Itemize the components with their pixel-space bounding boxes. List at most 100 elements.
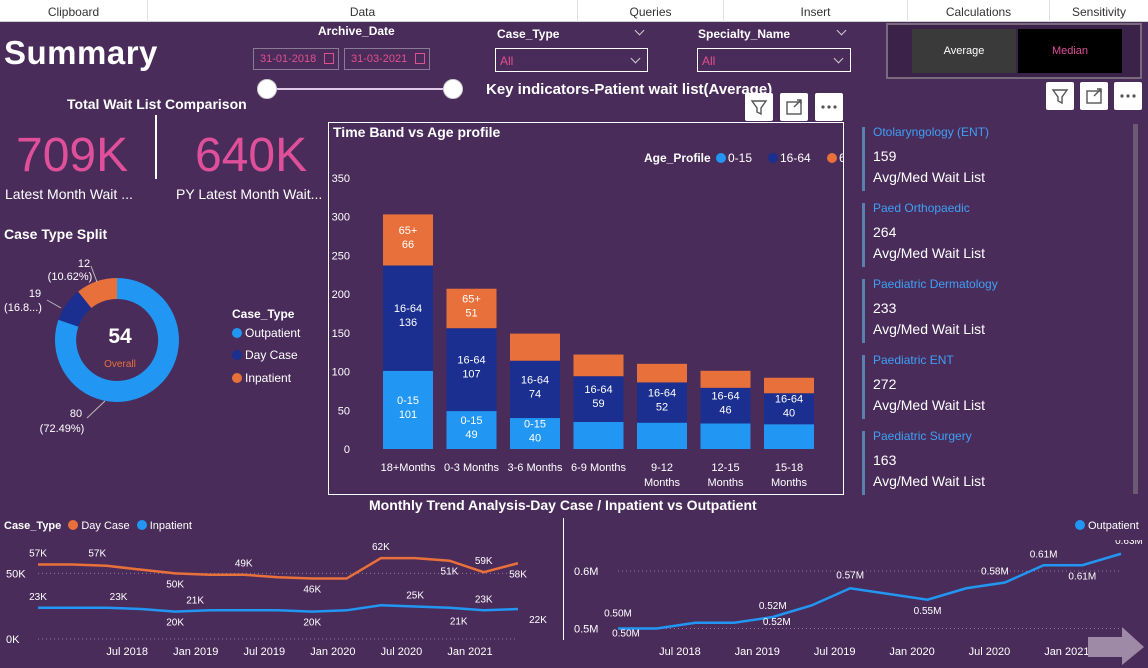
ribbon-tab-sensitivity[interactable]: Sensitivity (1050, 0, 1148, 22)
bar-data-label: 16-64 (521, 374, 549, 386)
trend-line (38, 603, 519, 613)
card-title: Paediatric ENT (873, 353, 954, 367)
bar-segment (700, 370, 751, 388)
calendar-icon[interactable] (415, 53, 425, 64)
legend-label: 0-15 (728, 151, 752, 165)
specialty-value: All (702, 54, 716, 68)
trend-line (618, 552, 1122, 630)
date-range-slider-track[interactable] (266, 88, 454, 90)
card-accent-bar (862, 203, 865, 267)
y-tick-label: 100 (332, 367, 350, 379)
page-title: Summary (4, 34, 158, 71)
ribbon-tab-queries[interactable]: Queries (578, 0, 724, 22)
card-accent-bar (862, 355, 865, 419)
specialty-label: Specialty_Name (698, 27, 791, 41)
calendar-icon[interactable] (324, 53, 334, 64)
y-tick-label: 150 (332, 328, 350, 340)
case-type-label: Case_Type (497, 27, 560, 41)
average-median-toggle: Average Median (886, 23, 1142, 79)
ribbon-tab-clipboard[interactable]: Clipboard (0, 0, 148, 22)
point-label: 20K (166, 618, 184, 629)
chevron-down-icon (630, 53, 641, 64)
chevron-down-icon[interactable] (836, 25, 847, 36)
average-button[interactable]: Average (912, 29, 1016, 73)
bar-data-label: 107 (462, 369, 480, 381)
x-tick-label: Jul 2020 (969, 646, 1011, 658)
card-title: Paed Orthopaedic (873, 201, 970, 215)
point-label: 21K (450, 616, 468, 627)
donut-label-outpatient-value: 80 (70, 408, 82, 420)
next-page-arrow-icon[interactable] (1088, 625, 1146, 665)
bar-data-label: 16-64 (775, 394, 803, 406)
y-tick-label: 50K (6, 568, 26, 580)
case-type-donut-chart: 54 Overall 12 (10.62%) 19 (16.8...) 80 (… (4, 258, 179, 435)
specialty-dropdown[interactable]: All (697, 48, 851, 72)
card-value: 233 (873, 300, 897, 316)
median-button[interactable]: Median (1018, 29, 1122, 73)
x-tick-label: Jan 2019 (735, 646, 780, 658)
date-range-slider-end-handle[interactable] (443, 79, 463, 99)
point-label: 20K (303, 618, 321, 629)
y-tick-label: 0.5M (574, 624, 598, 636)
x-tick-label: Jan 2019 (173, 646, 218, 658)
legend-label-outpatient[interactable]: Outpatient (1088, 520, 1139, 532)
bar-data-label: 16-64 (457, 355, 485, 367)
x-tick-label: Jul 2018 (659, 646, 701, 658)
trend-left-line-chart: 0K50K57K 57K50K49K46K62K59K51K 58K23K 23K 21… (6, 542, 547, 658)
archive-date-label: Archive_Date (318, 24, 395, 38)
bar-segment (637, 422, 687, 449)
x-tick-label: 18+Months (381, 462, 436, 474)
date-to-input[interactable]: 31-03-2021 (344, 48, 430, 70)
legend-item-inpatient[interactable]: Inpatient (232, 371, 291, 385)
bar-data-label: 49 (465, 429, 477, 441)
case-type-value: All (500, 54, 514, 68)
bar-data-label: 51 (465, 307, 477, 319)
card-accent-bar (862, 127, 865, 191)
x-tick-label: 15-18 (775, 462, 803, 474)
case-type-dropdown[interactable]: All (495, 48, 648, 72)
filter-icon[interactable] (1046, 82, 1074, 110)
bar-data-label: 16-64 (711, 391, 739, 403)
point-label: 0.52M (759, 601, 787, 612)
bar-data-label: 136 (399, 317, 417, 329)
chevron-down-icon[interactable] (634, 25, 645, 36)
point-label: 0.58M (981, 567, 1009, 578)
legend-label-inpatient[interactable]: Inpatient (150, 520, 192, 532)
date-from-input[interactable]: 31-01-2018 (253, 48, 339, 70)
legend-item-daycase[interactable]: Day Case (232, 348, 298, 362)
more-options-icon[interactable] (815, 93, 843, 121)
cards-scrollbar[interactable] (1133, 124, 1138, 494)
focus-mode-icon[interactable] (780, 93, 808, 121)
card-title: Paediatric Dermatology (873, 277, 998, 291)
legend-label-daycase[interactable]: Day Case (81, 520, 129, 532)
x-tick-label: 12-15 (711, 462, 739, 474)
ribbon-tab-calculations[interactable]: Calculations (908, 0, 1050, 22)
y-tick-label: 0K (6, 634, 20, 646)
donut-center-label: Overall (104, 359, 136, 370)
bar-segment (573, 354, 624, 377)
bar-data-label: 16-64 (648, 388, 676, 400)
card-value: 163 (873, 452, 897, 468)
ribbon-bar: Clipboard Data Queries Insert Calculatio… (0, 0, 1148, 22)
ribbon-tab-data[interactable]: Data (148, 0, 578, 22)
point-label: 25K (406, 590, 424, 601)
point-label: 0.57M (836, 570, 864, 581)
legend-dot (136, 520, 147, 530)
y-tick-label: 0 (344, 444, 350, 456)
trend-left-legend-title: Case_Type (4, 520, 62, 532)
donut-label-inpatient-value: 12 (78, 258, 90, 270)
legend-dot (68, 520, 79, 530)
focus-mode-icon[interactable] (1080, 82, 1108, 110)
legend-marker (768, 153, 778, 163)
legend-item-outpatient[interactable]: Outpatient (232, 326, 300, 340)
point-label: 62K (372, 542, 390, 553)
more-options-icon[interactable] (1114, 82, 1142, 110)
filter-icon[interactable] (745, 93, 773, 121)
legend-marker (827, 153, 837, 163)
trend-right-line-chart: 0.5M 0.6M 0.50M 0.50M 0.52M 0.52M 0.57M 0.55M 0.… (574, 540, 1143, 658)
date-range-slider-start-handle[interactable] (257, 79, 277, 99)
y-tick-label: 350 (332, 173, 350, 185)
card-subtitle: Avg/Med Wait List (873, 397, 986, 413)
ribbon-tab-insert[interactable]: Insert (724, 0, 908, 22)
x-tick-label: Months (707, 477, 744, 489)
